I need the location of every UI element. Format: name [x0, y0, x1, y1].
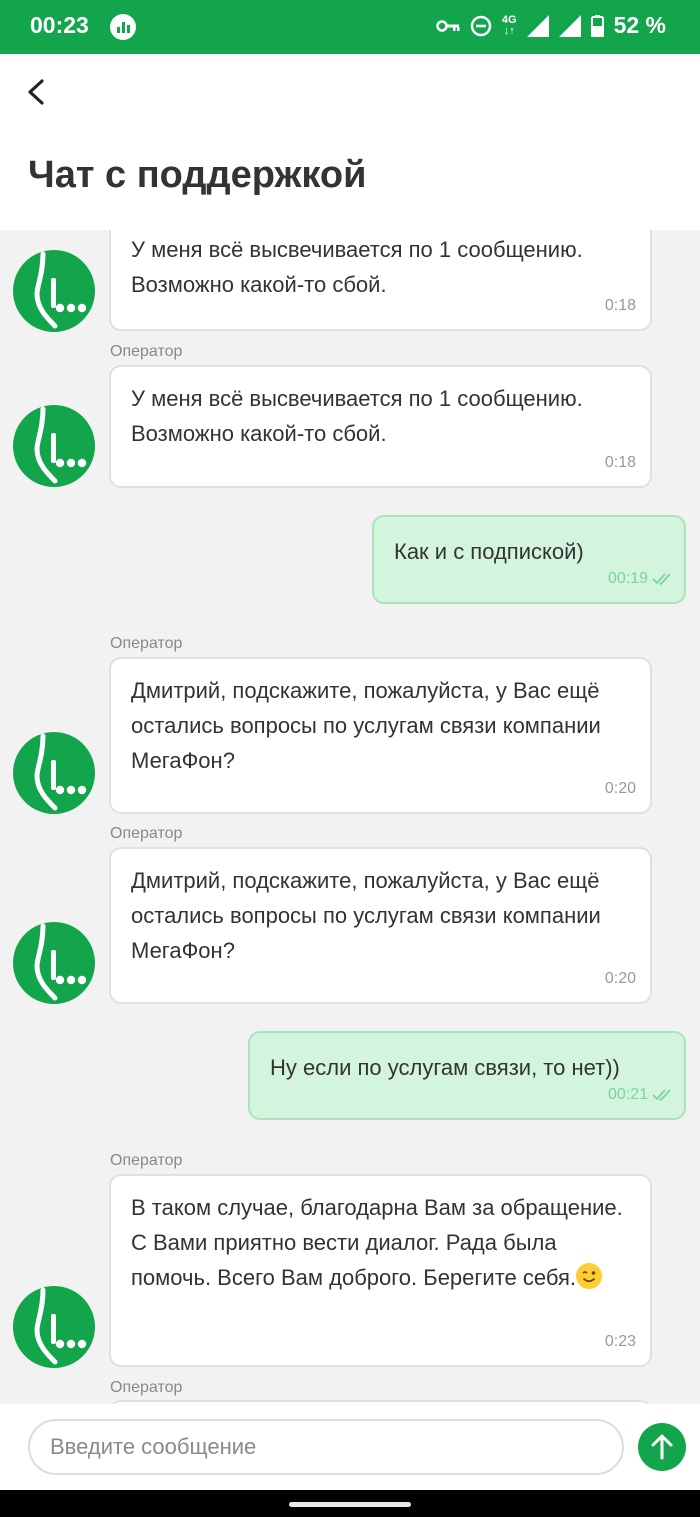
message-text-content: В таком случае, благодарна Вам за обраще…	[131, 1195, 623, 1290]
message-time: 00:21	[607, 1086, 648, 1103]
sender-label: Оператор	[110, 1379, 183, 1396]
wink-emoji-icon	[576, 1263, 603, 1289]
operator-avatar	[13, 732, 95, 814]
signal-icon	[526, 14, 549, 37]
status-time: 00:23	[30, 12, 89, 38]
back-button[interactable]	[18, 72, 58, 112]
app-notification-icon	[110, 14, 136, 40]
message-text: Ну если по услугам связи, то нет))	[270, 1055, 620, 1080]
message-time: 0:20	[604, 970, 636, 987]
battery-percent: 52 %	[613, 12, 666, 38]
home-gesture-handle[interactable]	[289, 1502, 411, 1507]
status-icons: 4G ↓↑ 52 %	[436, 12, 666, 39]
sender-label: Оператор	[110, 635, 183, 652]
message-time: 0:18	[604, 297, 636, 314]
incoming-message[interactable]: В таком случае, благодарна Вам за обраще…	[109, 1174, 652, 1367]
incoming-message[interactable]: У меня всё высвечивается по 1 сообщению.…	[109, 365, 652, 488]
sender-label: Оператор	[110, 1152, 183, 1169]
message-time-status: 00:21	[608, 1077, 674, 1112]
incoming-message[interactable]: Дмитрий, подскажите, пожалуйста, у Вас е…	[109, 657, 652, 814]
message-text: У меня всё высвечивается по 1 сообщению.…	[131, 386, 583, 446]
message-input[interactable]	[28, 1419, 624, 1475]
arrow-up-icon	[651, 1434, 673, 1460]
chat-message-list[interactable]: У меня всё высвечивается по 1 сообщению.…	[0, 230, 700, 1404]
do-not-disturb-icon	[470, 15, 492, 36]
operator-avatar	[13, 405, 95, 487]
double-check-icon	[652, 1088, 671, 1101]
vpn-key-icon	[436, 19, 460, 32]
battery-icon	[590, 14, 604, 37]
status-bar: 00:23 4G ↓↑ 52 %	[0, 0, 700, 54]
send-button[interactable]	[638, 1423, 686, 1471]
message-time-status: 00:19	[608, 561, 674, 596]
incoming-message[interactable]: У меня всё высвечивается по 1 сообщению.…	[109, 230, 652, 331]
outgoing-message[interactable]: Ну если по услугам связи, то нет)) 00:21	[248, 1031, 686, 1120]
page-title: Чат с поддержкой	[28, 154, 367, 196]
app-header: Чат с поддержкой	[0, 54, 700, 230]
message-text: Дмитрий, подскажите, пожалуйста, у Вас е…	[131, 678, 601, 773]
megafon-logo-icon	[34, 923, 87, 1001]
message-composer	[0, 1404, 700, 1490]
double-check-icon	[652, 572, 671, 585]
message-time: 0:20	[604, 780, 636, 797]
message-text: В таком случае, благодарна Вам за обраще…	[131, 1190, 630, 1295]
operator-avatar	[13, 922, 95, 1004]
incoming-message[interactable]: Дмитрий, подскажите, пожалуйста, у Вас е…	[109, 847, 652, 1004]
sender-label: Оператор	[110, 343, 183, 360]
signal-icon	[558, 14, 581, 37]
outgoing-message[interactable]: Как и с подпиской) 00:19	[372, 515, 686, 604]
message-text: Дмитрий, подскажите, пожалуйста, у Вас е…	[131, 868, 601, 963]
operator-avatar	[13, 1286, 95, 1368]
megafon-logo-icon	[34, 733, 87, 811]
megafon-logo-icon	[34, 251, 87, 329]
network-type-icon: 4G ↓↑	[501, 13, 517, 37]
system-navigation-bar	[0, 1490, 700, 1517]
megafon-logo-icon	[34, 406, 87, 484]
message-text: У меня всё высвечивается по 1 сообщению.…	[131, 237, 583, 297]
operator-avatar	[13, 250, 95, 332]
chevron-left-icon	[28, 79, 44, 105]
message-time: 00:19	[607, 570, 648, 587]
message-time: 0:18	[604, 454, 636, 471]
message-time: 0:23	[604, 1333, 636, 1350]
megafon-logo-icon	[34, 1287, 87, 1365]
sender-label: Оператор	[110, 825, 183, 842]
